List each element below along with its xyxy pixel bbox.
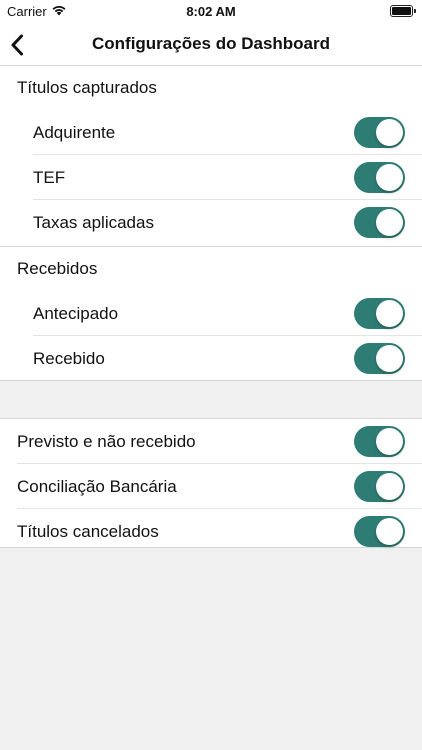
toggle-switch[interactable] [354, 298, 405, 329]
setting-row-taxas: Taxas aplicadas [0, 200, 422, 245]
setting-label: Conciliação Bancária [17, 477, 177, 496]
setting-row-adquirente: Adquirente [0, 110, 422, 155]
page-title: Configurações do Dashboard [91, 34, 331, 53]
navigation-bar: Configurações do Dashboard [0, 24, 422, 66]
toggle-knob [376, 119, 403, 146]
toggle-knob [376, 164, 403, 191]
toggle-knob [376, 518, 403, 545]
toggle-switch[interactable] [354, 471, 405, 502]
toggle-switch[interactable] [354, 426, 405, 457]
toggle-knob [376, 428, 403, 455]
setting-row-recebido: Recebido [0, 336, 422, 381]
status-bar: Carrier 8:02 AM [0, 0, 422, 24]
setting-label: Adquirente [33, 123, 116, 142]
toggle-switch[interactable] [354, 343, 405, 374]
setting-label: TEF [33, 168, 66, 187]
toggle-knob [376, 473, 403, 500]
toggle-switch[interactable] [354, 162, 405, 193]
section-spacer [0, 381, 422, 418]
received-section: Recebidos Antecipado Recebido [0, 246, 422, 381]
setting-row-tef: TEF [0, 155, 422, 200]
setting-row-cancelados: Títulos cancelados [0, 509, 422, 554]
setting-label: Previsto e não recebido [17, 432, 196, 451]
battery-icon [390, 5, 416, 17]
toggle-knob [376, 345, 403, 372]
toggle-switch[interactable] [354, 207, 405, 238]
setting-label: Recebido [33, 349, 105, 368]
other-section: Previsto e não recebido Conciliação Banc… [0, 418, 422, 548]
setting-label: Títulos cancelados [17, 522, 159, 541]
settings-list: Títulos capturados Adquirente TEF Taxas … [0, 66, 422, 548]
setting-label: Antecipado [33, 304, 119, 323]
setting-row-previsto: Previsto e não recebido [0, 419, 422, 464]
clock: 8:02 AM [186, 4, 236, 19]
toggle-switch[interactable] [354, 117, 405, 148]
captured-section: Títulos capturados Adquirente TEF Taxas … [0, 66, 422, 246]
setting-label: Taxas aplicadas [33, 213, 154, 232]
section-header-captured: Títulos capturados [17, 78, 157, 97]
setting-row-antecipado: Antecipado [0, 291, 422, 336]
toggle-knob [376, 209, 403, 236]
setting-row-conciliacao: Conciliação Bancária [0, 464, 422, 509]
section-header-received: Recebidos [17, 259, 98, 278]
toggle-knob [376, 300, 403, 327]
toggle-switch[interactable] [354, 516, 405, 547]
